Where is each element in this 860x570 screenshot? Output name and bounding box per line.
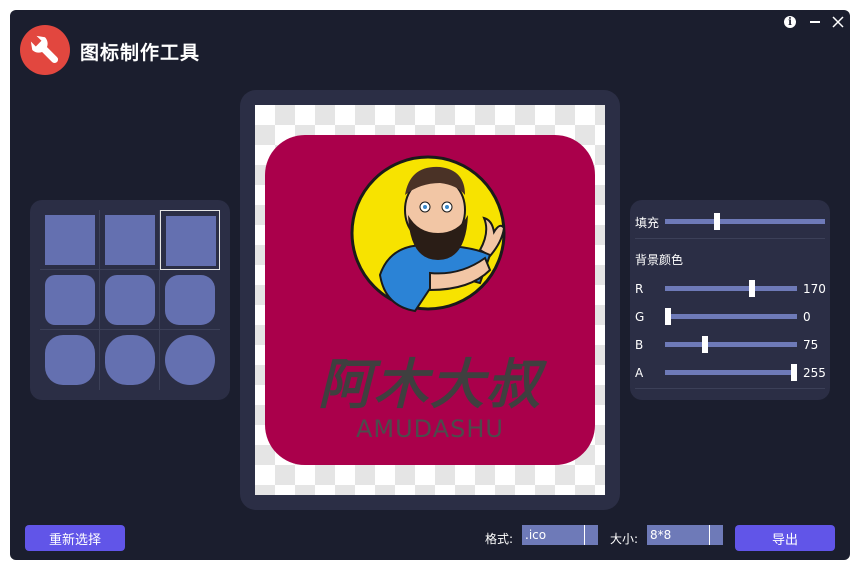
wrench-icon <box>20 25 70 75</box>
fill-slider[interactable] <box>665 219 825 224</box>
channel-b-value: 75 <box>803 338 819 352</box>
divider <box>635 388 825 389</box>
shape-option[interactable] <box>100 270 160 330</box>
close-icon[interactable] <box>830 14 846 30</box>
adjust-panel: 填充 背景颜色 R 170 G 0 B 75 A 255 <box>630 200 830 400</box>
export-button[interactable]: 导出 <box>735 525 835 551</box>
shape-preview <box>45 335 95 385</box>
channel-r-handle[interactable] <box>749 280 755 297</box>
format-label: 格式: <box>485 532 514 546</box>
shape-preview <box>45 215 95 265</box>
shape-preview <box>165 335 215 385</box>
channel-g-slider[interactable] <box>665 314 797 319</box>
reselect-button[interactable]: 重新选择 <box>25 525 125 551</box>
shape-preview <box>166 216 216 266</box>
shape-option[interactable] <box>100 330 160 390</box>
shape-grid <box>40 210 220 390</box>
channel-r-slider[interactable] <box>665 286 797 291</box>
channel-a-slider[interactable] <box>665 370 797 375</box>
channel-a-value: 255 <box>803 366 826 380</box>
channel-r-label: R <box>635 282 644 296</box>
mascot-emblem <box>350 155 506 313</box>
channel-g-value: 0 <box>803 310 811 324</box>
channel-b-label: B <box>635 338 644 352</box>
bg-color-label: 背景颜色 <box>635 253 684 267</box>
divider <box>635 238 825 239</box>
shape-option[interactable] <box>40 330 100 390</box>
shape-option[interactable] <box>160 270 220 330</box>
shape-option[interactable] <box>40 210 100 270</box>
transparent-canvas: 阿木大叔 AMUDASHU <box>255 105 605 495</box>
fill-label: 填充 <box>635 216 660 230</box>
brand-chinese-text: 阿木大叔 <box>318 353 542 416</box>
format-select[interactable]: .ico <box>522 525 584 545</box>
shape-preview <box>45 275 95 325</box>
channel-g-label: G <box>635 310 645 324</box>
shape-preview <box>105 335 155 385</box>
format-dropdown-button[interactable] <box>584 525 598 545</box>
minimize-icon[interactable] <box>807 14 823 30</box>
channel-a-handle[interactable] <box>791 364 797 381</box>
channel-r-value: 170 <box>803 282 826 296</box>
size-select[interactable]: 8*8 <box>647 525 709 545</box>
info-icon[interactable]: i <box>782 14 798 30</box>
channel-g-handle[interactable] <box>665 308 671 325</box>
shape-picker-panel <box>30 200 230 400</box>
shape-preview <box>165 275 215 325</box>
channel-b-handle[interactable] <box>702 336 708 353</box>
channel-a-label: A <box>635 366 644 380</box>
shape-option[interactable] <box>40 270 100 330</box>
app-title: 图标制作工具 <box>80 42 201 64</box>
size-label: 大小: <box>610 532 639 546</box>
shape-option[interactable] <box>160 330 220 390</box>
shape-option[interactable] <box>160 210 220 270</box>
shape-option[interactable] <box>100 210 160 270</box>
fill-slider-handle[interactable] <box>714 213 720 230</box>
app-window: 图标制作工具 i 阿木大叔 AMUDASHU 填充 背景颜色 R 170 G 0… <box>10 10 850 560</box>
shape-preview <box>105 215 155 265</box>
icon-preview: 阿木大叔 AMUDASHU <box>265 135 595 465</box>
preview-panel: 阿木大叔 AMUDASHU <box>240 90 620 510</box>
channel-b-slider[interactable] <box>665 342 797 347</box>
shape-preview <box>105 275 155 325</box>
size-dropdown-button[interactable] <box>709 525 723 545</box>
brand-english-text: AMUDASHU <box>355 415 504 443</box>
